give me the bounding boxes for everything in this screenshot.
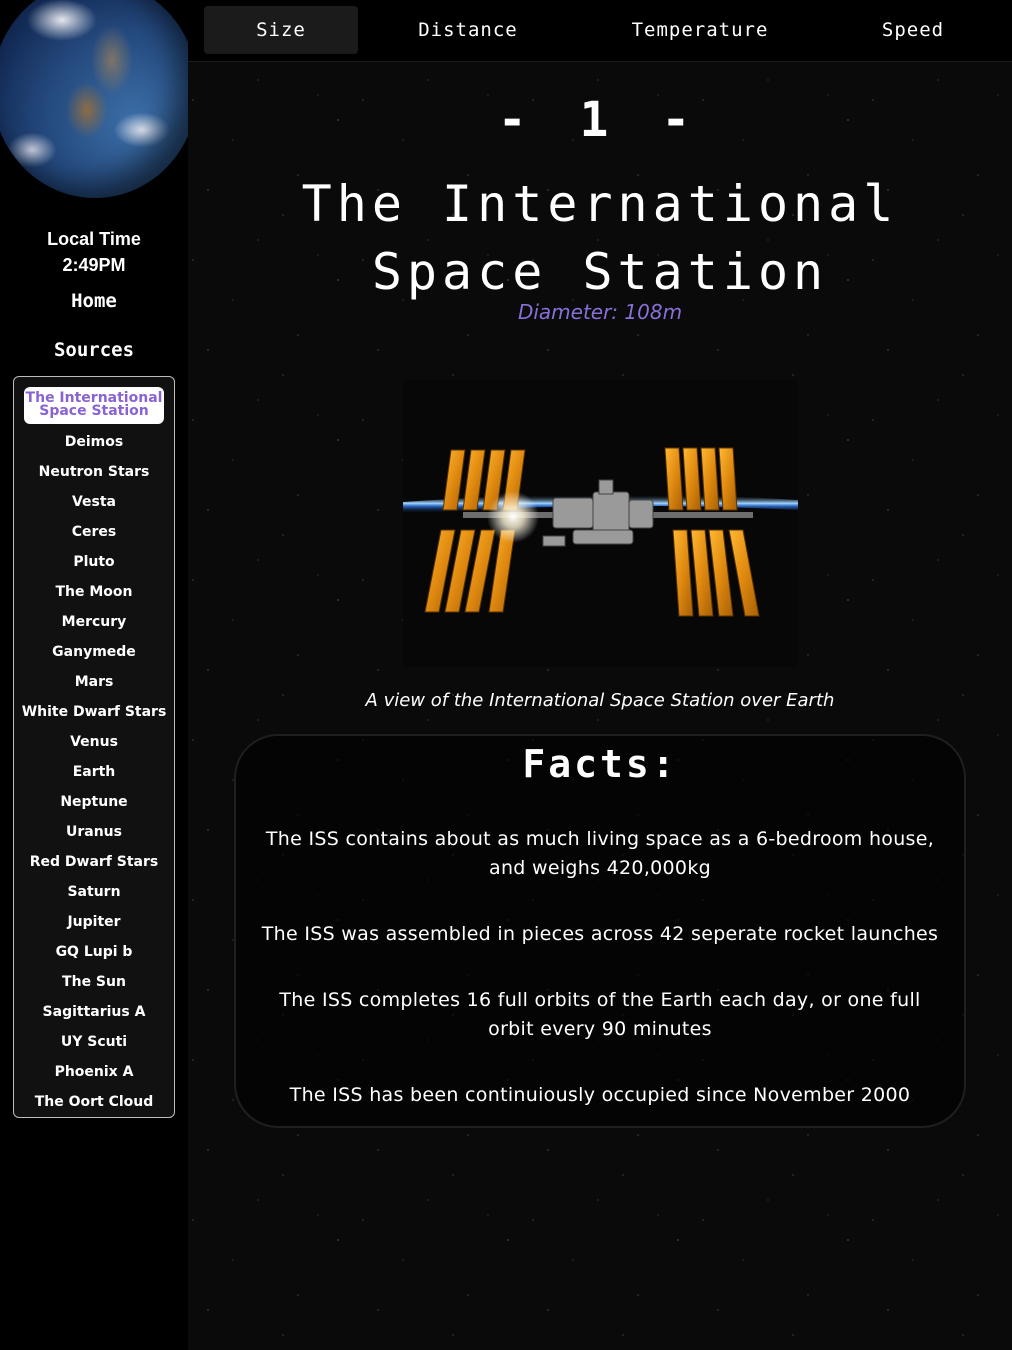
nav-item-venus[interactable]: Venus — [14, 727, 174, 757]
facts-heading: Facts: — [522, 742, 678, 786]
fact-item: The ISS contains about as much living sp… — [265, 828, 935, 879]
nav-item-gq-lupi-b[interactable]: GQ Lupi b — [14, 937, 174, 967]
fact-item: The ISS was assembled in pieces across 4… — [261, 923, 939, 945]
page-title: The International Space Station — [301, 175, 899, 301]
tab-speed[interactable]: Speed — [858, 6, 968, 54]
home-link[interactable]: Home — [0, 290, 188, 312]
sidebar: Local Time 2:49PM Home Sources The Inter… — [0, 0, 188, 1350]
local-time-label: Local Time — [47, 229, 141, 249]
diameter-value: Diameter: 108m — [517, 300, 683, 324]
nav-item-mars[interactable]: Mars — [14, 667, 174, 697]
tab-size[interactable]: Size — [204, 6, 358, 54]
nav-item-neptune[interactable]: Neptune — [14, 787, 174, 817]
object-nav-list: The International Space Station Deimos N… — [13, 376, 175, 1118]
tab-temperature[interactable]: Temperature — [613, 6, 787, 54]
local-time-value: 2:49PM — [62, 255, 126, 275]
local-time: Local Time 2:49PM — [0, 226, 188, 278]
nav-item-jupiter[interactable]: Jupiter — [14, 907, 174, 937]
fact-item: The ISS has been continuiously occupied … — [289, 1084, 911, 1106]
sources-link[interactable]: Sources — [0, 339, 188, 361]
nav-item-earth[interactable]: Earth — [14, 757, 174, 787]
earth-logo-image — [0, 0, 188, 198]
nav-item-international-space-station[interactable]: The International Space Station — [24, 387, 164, 424]
nav-item-uy-scuti[interactable]: UY Scuti — [14, 1027, 174, 1057]
nav-item-ganymede[interactable]: Ganymede — [14, 637, 174, 667]
nav-item-red-dwarf-stars[interactable]: Red Dwarf Stars — [14, 847, 174, 877]
nav-item-sagittarius-a[interactable]: Sagittarius A — [14, 997, 174, 1027]
category-tabs: Size Distance Temperature Speed — [188, 0, 1012, 62]
nav-item-phoenix-a[interactable]: Phoenix A — [14, 1057, 174, 1087]
nav-item-white-dwarf-stars[interactable]: White Dwarf Stars — [14, 697, 174, 727]
nav-item-the-oort-cloud[interactable]: The Oort Cloud — [14, 1087, 174, 1117]
photo-caption: A view of the International Space Statio… — [365, 690, 835, 711]
main-content: Size Distance Temperature Speed - 1 - Th… — [188, 0, 1012, 1350]
iss-photo — [403, 380, 798, 667]
nav-item-deimos[interactable]: Deimos — [14, 427, 174, 457]
facts-panel: Facts: The ISS contains about as much li… — [234, 734, 966, 1128]
fact-item: The ISS completes 16 full orbits of the … — [279, 989, 921, 1040]
nav-item-mercury[interactable]: Mercury — [14, 607, 174, 637]
rank-number: - 1 - — [497, 92, 703, 148]
nav-item-the-moon[interactable]: The Moon — [14, 577, 174, 607]
nav-item-neutron-stars[interactable]: Neutron Stars — [14, 457, 174, 487]
nav-item-vesta[interactable]: Vesta — [14, 487, 174, 517]
nav-item-the-sun[interactable]: The Sun — [14, 967, 174, 997]
tab-distance[interactable]: Distance — [393, 6, 543, 54]
nav-item-saturn[interactable]: Saturn — [14, 877, 174, 907]
iss-illustration — [403, 447, 798, 617]
nav-item-ceres[interactable]: Ceres — [14, 517, 174, 547]
nav-item-uranus[interactable]: Uranus — [14, 817, 174, 847]
nav-item-pluto[interactable]: Pluto — [14, 547, 174, 577]
